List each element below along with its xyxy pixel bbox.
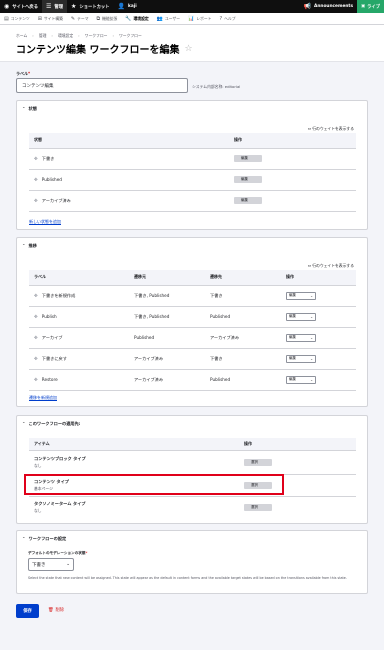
show-row-weights-link[interactable]: ⇔ 行のウェイトを表示する <box>308 126 354 132</box>
show-row-weights-link[interactable]: ⇔ 行のウェイトを表示する <box>308 263 354 269</box>
drag-handle-icon[interactable]: ✥ <box>34 378 38 383</box>
table-row: ✥ Published 編集 <box>29 169 356 191</box>
drag-handle-icon[interactable]: ✥ <box>34 294 38 299</box>
add-transition-link[interactable]: 遷移を新規追加 <box>29 395 57 401</box>
applies-to-panel: ⌃ このワークフローの適用先: アイテム 操作 コンテンツブロック タイプ なし 選択 … <box>16 415 368 524</box>
table-row: ✥ Publish 下書き, Published Published 編集 ⌄ <box>29 306 356 328</box>
states-panel: ⌃ 状態 ⇔ 行のウェイトを表示する 状態 操作 ✥ 下書き 編集 ✥ Published… <box>16 100 368 230</box>
manage-menu[interactable]: ☰ 管理 <box>42 0 68 13</box>
breadcrumb-link[interactable]: ホーム <box>16 33 27 39</box>
star-icon[interactable]: ☆ <box>184 44 192 54</box>
table-row: ✥ アーカイブ Published アーカイブ済み 編集 ⌄ <box>29 327 356 349</box>
user-menu[interactable]: 👤 kaji <box>113 0 140 13</box>
structure-icon: ⊞ <box>37 15 42 22</box>
extend-icon: ⧉ <box>96 15 101 22</box>
drag-handle-icon[interactable]: ✥ <box>34 199 38 204</box>
table-row: コンテンツブロック タイプ なし 選択 <box>29 450 356 475</box>
tray-item-extend[interactable]: ⧉ 機能拡張 <box>93 13 122 25</box>
table-row: タクソノミーターム タイプ なし 選択 <box>29 496 356 518</box>
drupal-logo-icon: ◉ <box>4 3 10 10</box>
label-input[interactable]: コンテンツ編集 <box>16 78 188 93</box>
states-table: 状態 操作 ✥ 下書き 編集 ✥ Published 編集 ✥ アーカイブ済み 編集 <box>29 133 356 212</box>
operations-dropdown[interactable]: 編集 ⌄ <box>286 375 316 384</box>
appearance-icon: ✎ <box>70 15 76 22</box>
chevron-down-icon: ⌄ <box>310 356 313 361</box>
star-icon: ★ <box>71 3 77 10</box>
default-state-description: Select the state that new content will b… <box>28 576 347 580</box>
reports-icon: 📊 <box>188 15 195 22</box>
content-icon: ▤ <box>4 15 9 22</box>
tray-item-help[interactable]: ? ヘルプ <box>215 13 239 25</box>
select-button[interactable]: 選択 <box>244 503 272 511</box>
drag-handle-icon[interactable]: ✥ <box>34 178 38 183</box>
edit-button[interactable]: 編集 <box>234 176 262 183</box>
help-icon: ? <box>219 15 223 22</box>
machine-name: システム内部名称: editorial <box>192 84 241 89</box>
operations-dropdown[interactable]: 編集 ⌄ <box>286 333 316 342</box>
chevron-up-icon: ⌃ <box>22 536 26 541</box>
edit-button[interactable]: 編集 <box>234 197 262 204</box>
operations-dropdown[interactable]: 編集 ⌄ <box>286 291 316 300</box>
announcement-icon: 📢 <box>303 3 311 10</box>
tray-item-people[interactable]: 👥 ユーザー <box>153 13 184 25</box>
states-panel-title[interactable]: ⌃ 状態 <box>22 106 37 112</box>
chevron-down-icon: ⌄ <box>310 377 313 382</box>
workspace-live-button[interactable]: ▣ ライブ <box>357 0 384 13</box>
default-state-select[interactable]: 下書き ⌄ <box>28 558 74 571</box>
default-state-label: デフォルトのモデレーションの状態* <box>28 551 88 555</box>
operations-dropdown[interactable]: 編集 ⌄ <box>286 312 316 321</box>
select-button[interactable]: 選択 <box>244 458 272 466</box>
table-row: ✥ 下書きに戻す アーカイブ済み 下書き 編集 ⌄ <box>29 348 356 370</box>
drag-handle-icon[interactable]: ✥ <box>34 357 38 362</box>
people-icon: 👥 <box>156 15 163 22</box>
operations-dropdown[interactable]: 編集 ⌄ <box>286 354 316 363</box>
tray-item-content[interactable]: ▤ コンテンツ <box>0 13 34 25</box>
table-row: ✥ 下書き 編集 <box>29 148 356 170</box>
chevron-down-icon: ⌄ <box>310 335 313 340</box>
workflow-settings-title[interactable]: ⌃ ワークフローの設定 <box>22 536 66 542</box>
breadcrumb-link[interactable]: ワークフロー <box>119 33 142 39</box>
chevron-up-icon: ⌃ <box>22 243 26 248</box>
breadcrumb-link[interactable]: 管理 <box>39 33 47 39</box>
back-to-site-link[interactable]: ◉ サイトへ戻る <box>0 0 42 13</box>
delete-link[interactable]: 🗑 削除 <box>48 607 64 614</box>
transitions-panel-title[interactable]: ⌃ 推移 <box>22 243 37 249</box>
highlight-box <box>24 474 284 495</box>
table-row: ✥ 下書きを新規作成 下書き, Published 下書き 編集 ⌄ <box>29 285 356 307</box>
applies-to-panel-title[interactable]: ⌃ このワークフローの適用先: <box>22 421 80 427</box>
chevron-up-icon: ⌃ <box>22 106 26 111</box>
trash-icon: 🗑 <box>48 607 54 613</box>
chevron-down-icon: ⌄ <box>310 293 313 298</box>
transitions-table: ラベル 遷移元 遷移先 操作 ✥ 下書きを新規作成 下書き, Published 下書き 編集… <box>29 270 356 391</box>
add-state-link[interactable]: 新しい状態を追加 <box>29 219 61 225</box>
page-title: コンテンツ編集 ワークフローを編集 ☆ <box>16 43 193 57</box>
edit-button[interactable]: 編集 <box>234 155 262 162</box>
breadcrumb-link[interactable]: ワークフロー <box>85 33 108 39</box>
user-icon: 👤 <box>117 3 125 10</box>
table-row: ✥ アーカイブ済み 編集 <box>29 190 356 212</box>
drag-handle-icon[interactable]: ✥ <box>34 157 38 162</box>
breadcrumb: ホーム › 管理 › 環境設定 › ワークフロー › ワークフロー <box>16 33 142 39</box>
table-row: ✥ Restore アーカイブ済み Published 編集 ⌄ <box>29 369 356 391</box>
breadcrumb-link[interactable]: 環境設定 <box>58 33 73 39</box>
shortcuts-menu[interactable]: ★ ショートカット <box>67 0 113 13</box>
hamburger-icon: ☰ <box>46 3 52 10</box>
chevron-down-icon: ⌄ <box>310 314 313 319</box>
tray-item-reports[interactable]: 📊 レポート <box>184 13 215 25</box>
transitions-panel: ⌃ 推移 ⇔ 行のウェイトを表示する ラベル 遷移元 遷移先 操作 ✥ 下書きを新規作成下… <box>16 237 368 407</box>
announcements-link[interactable]: 📢 Announcements <box>300 0 358 13</box>
chevron-down-icon: ⌄ <box>66 562 70 567</box>
save-button[interactable]: 保存 <box>16 604 39 618</box>
tray-item-config[interactable]: 🔧 環境設定 <box>121 13 152 25</box>
admin-toolbar: ◉ サイトへ戻る ☰ 管理 ★ ショートカット 👤 kaji 📢 Announcement… <box>0 0 384 13</box>
tray-item-appearance[interactable]: ✎ テーマ <box>67 13 93 25</box>
chevron-up-icon: ⌃ <box>22 421 26 426</box>
label-field-label: ラベル* <box>16 71 31 76</box>
workspace-icon: ▣ <box>361 4 366 9</box>
drag-handle-icon[interactable]: ✥ <box>34 336 38 341</box>
wrench-icon: 🔧 <box>125 15 132 22</box>
admin-tray: ▤ コンテンツ ⊞ サイト構築 ✎ テーマ ⧉ 機能拡張 🔧 環境設定 👥 ユーザー 📊 レポ… <box>0 13 384 25</box>
tray-item-structure[interactable]: ⊞ サイト構築 <box>34 13 67 25</box>
drag-handle-icon[interactable]: ✥ <box>34 315 38 320</box>
